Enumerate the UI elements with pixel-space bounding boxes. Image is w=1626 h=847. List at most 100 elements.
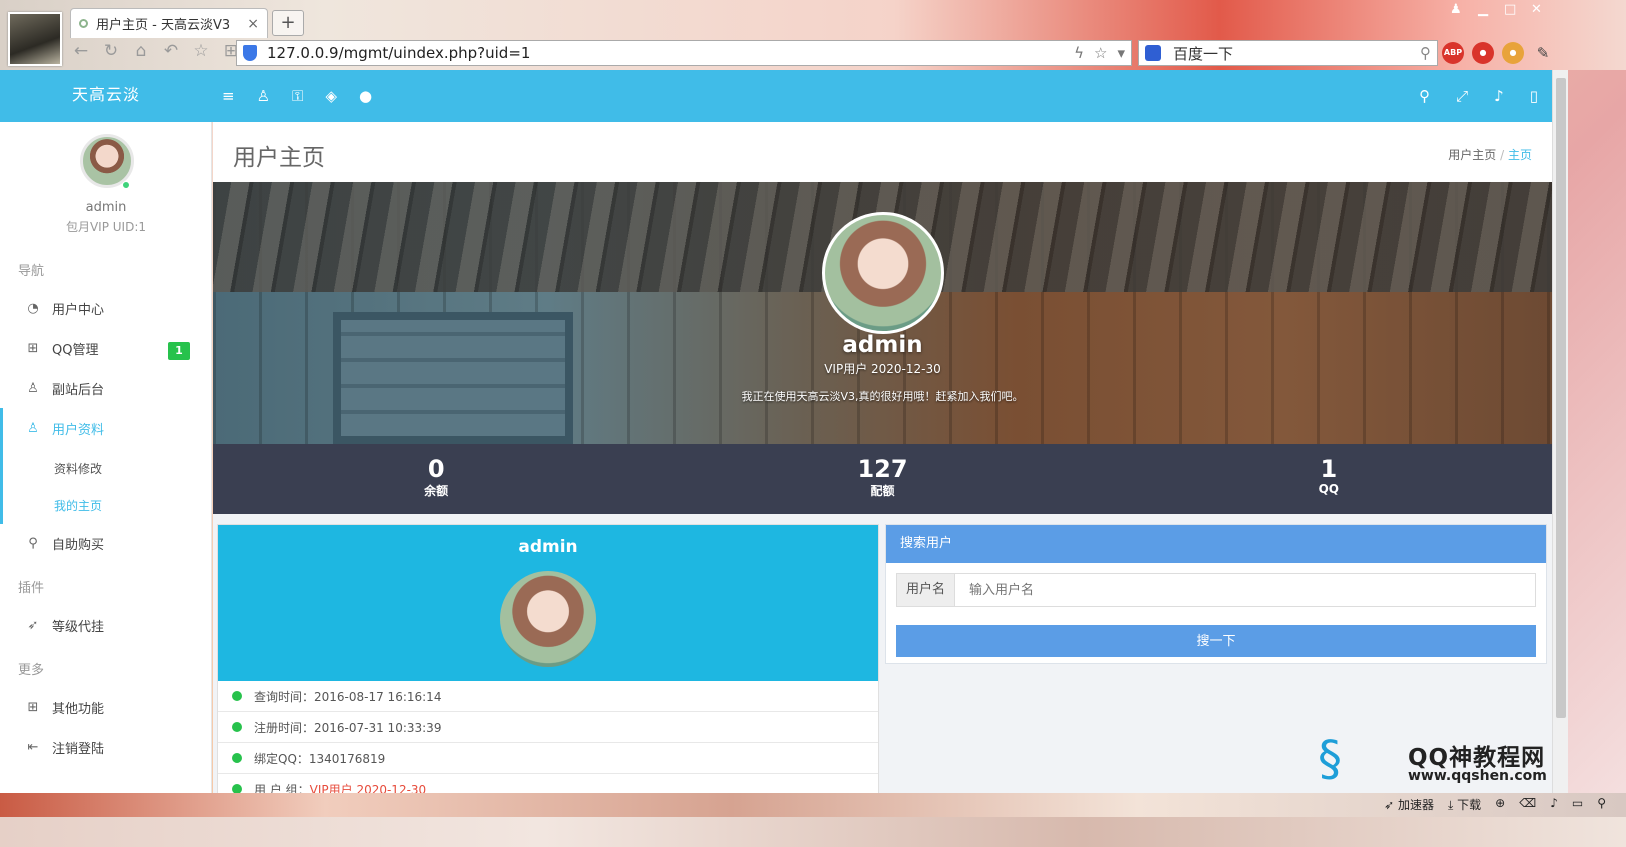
sidebar-item-logout[interactable]: ⇤ 注销登陆: [0, 729, 212, 765]
stat-value: 1: [1320, 455, 1338, 483]
home-icon[interactable]: ⌂: [130, 40, 152, 62]
header-left-tools: ≡ ♙ ⚿ ◈ ●: [222, 70, 372, 122]
refresh-icon[interactable]: ↻: [100, 40, 122, 62]
sidebar-item-label: QQ管理: [52, 342, 99, 358]
menu-toggle-icon[interactable]: ≡: [222, 87, 235, 105]
sidebar-subitem-edit-profile[interactable]: 资料修改: [54, 460, 102, 477]
green-dot-icon: [232, 691, 242, 701]
trash-icon[interactable]: ⌫: [1519, 796, 1536, 813]
sidebar-item-substation[interactable]: ♙ 副站后台: [0, 370, 212, 406]
breadcrumb-current: 主页: [1507, 148, 1532, 162]
side-panel-icon[interactable]: ▯: [1530, 87, 1538, 105]
info-row-query-time: 查询时间：2016-08-17 16:16:14: [218, 681, 878, 712]
scrollbar-thumb[interactable]: [1556, 78, 1566, 718]
watermark-title: QQ神教程网: [1408, 745, 1546, 771]
sidebar-item-level-agent[interactable]: ➶ 等级代挂: [0, 607, 212, 643]
volume-icon[interactable]: ♪: [1550, 796, 1558, 813]
section-more: 更多: [18, 663, 45, 678]
dashboard-icon: ◔: [27, 300, 39, 316]
sidebar-item-self-buy[interactable]: ⚲ 自助购买: [0, 525, 212, 561]
flash-icon[interactable]: ϟ: [1074, 44, 1084, 62]
header-search-icon[interactable]: ⚲: [1419, 87, 1430, 105]
info-text: 绑定QQ：1340176819: [254, 751, 386, 766]
cookie-icon[interactable]: ●: [1502, 42, 1524, 64]
username-search-input[interactable]: [955, 574, 1535, 606]
user-icon[interactable]: ♙: [257, 87, 270, 105]
search-submit-button[interactable]: 搜一下: [896, 625, 1536, 657]
fullscreen-icon[interactable]: ⤢: [1456, 87, 1468, 105]
grid-icon: ⊞: [27, 340, 39, 356]
search-card-title: 搜索用户: [886, 525, 1546, 563]
maximize-icon[interactable]: □: [1504, 2, 1516, 17]
tab-close-icon[interactable]: ×: [247, 16, 259, 32]
sidebar-item-user-profile[interactable]: ♙ 用户资料: [0, 410, 212, 446]
username-addon-label: 用户名: [897, 574, 955, 606]
watermark-logo: § QQ神教程网 www.qqshen.com: [1318, 726, 1568, 792]
main-content: 用户主页 用户主页 / 主页 admin VIP用户 2020-12-30 我正…: [213, 122, 1552, 793]
accelerator-button[interactable]: ➶ 加速器: [1384, 796, 1434, 813]
address-url[interactable]: 127.0.0.9/mgmt/uindex.php?uid=1: [267, 44, 1064, 62]
page-scrollbar[interactable]: [1552, 70, 1568, 793]
stat-label: 配额: [870, 484, 895, 498]
new-tab-button[interactable]: +: [272, 10, 304, 36]
sidebar-user-subtitle: 包月VIP UID:1: [65, 220, 147, 234]
sidebar-subitem-my-home[interactable]: 我的主页: [54, 497, 102, 514]
lock-icon[interactable]: ⚿: [292, 87, 303, 105]
sidebar-item-label: 用户资料: [52, 422, 105, 438]
download-button[interactable]: ⤓ 下载: [1448, 796, 1481, 813]
favorites-icon[interactable]: ☆: [190, 40, 212, 62]
wrench-icon[interactable]: ✎: [1532, 42, 1554, 64]
sidebar-item-user-center[interactable]: ◔ 用户中心: [0, 290, 212, 326]
username-input-group: 用户名: [896, 573, 1536, 607]
add-icon[interactable]: ⊕: [1495, 796, 1505, 813]
rocket-small-icon: ➶: [1384, 798, 1395, 812]
logout-icon: ⇤: [27, 739, 39, 755]
page-header: 用户主页 用户主页 / 主页: [213, 122, 1552, 182]
back-icon[interactable]: ←: [70, 40, 92, 62]
browser-search-text[interactable]: 百度一下: [1173, 43, 1420, 64]
browser-tab[interactable]: 用户主页 - 天高云淡V3 ×: [70, 8, 268, 38]
sidebar-item-other[interactable]: ⊞ 其他功能: [0, 689, 212, 725]
security-shield-icon: [243, 45, 257, 61]
sidebar: admin 包月VIP UID:1 导航 ◔ 用户中心 ⊞ QQ管理 1 ♙ 副…: [0, 122, 212, 793]
layers-icon[interactable]: ◈: [325, 87, 337, 105]
skin-icon[interactable]: ♟: [1450, 2, 1462, 17]
green-dot-icon: [232, 753, 242, 763]
breadcrumb-parent[interactable]: 用户主页: [1448, 148, 1496, 162]
qq-penguin-icon[interactable]: ●: [359, 87, 372, 105]
screen-icon[interactable]: ▭: [1572, 796, 1583, 813]
mouse-gesture-icon[interactable]: ●: [1472, 42, 1494, 64]
sidebar-avatar[interactable]: [80, 134, 134, 188]
address-bar[interactable]: 127.0.0.9/mgmt/uindex.php?uid=1 ϟ ☆ ▾: [236, 40, 1132, 66]
breadcrumb-separator: /: [1500, 148, 1505, 162]
download-icon: ⤓: [1448, 798, 1454, 812]
bookmark-star-icon[interactable]: ☆: [1094, 44, 1107, 62]
browser-search-box[interactable]: 百度一下 ⚲: [1138, 40, 1438, 66]
tab-loading-icon: [79, 19, 88, 28]
address-dropdown-icon[interactable]: ▾: [1117, 44, 1125, 62]
adblock-icon[interactable]: ABP: [1442, 42, 1464, 64]
profile-card-name: admin: [518, 537, 578, 557]
apps-icon: ⊞: [27, 699, 39, 715]
bell-icon[interactable]: ♪: [1494, 87, 1504, 105]
browser-user-avatar[interactable]: [8, 12, 62, 66]
green-dot-icon: [232, 722, 242, 732]
search-magnifier-icon[interactable]: ⚲: [1420, 44, 1431, 62]
minimize-icon[interactable]: ▁: [1478, 2, 1488, 17]
brand-logo[interactable]: 天高云淡: [0, 70, 212, 122]
header-right-tools: ⚲ ⤢ ♪ ▯: [1419, 70, 1538, 122]
profile-hero-banner: admin VIP用户 2020-12-30 我正在使用天高云淡V3,真的很好用…: [213, 182, 1552, 444]
sidebar-item-label: 等级代挂: [52, 619, 105, 635]
window-close-icon[interactable]: ✕: [1531, 2, 1542, 17]
baidu-paw-icon: [1145, 45, 1161, 61]
app-header: 天高云淡 ≡ ♙ ⚿ ◈ ● ⚲ ⤢ ♪ ▯: [0, 70, 1552, 122]
hero-username: admin: [842, 332, 923, 358]
browser-titlebar: 用户主页 - 天高云淡V3 × + ♟ ▁ □ ✕ ← ↻ ⌂ ↶ ☆ ⊞ 12…: [0, 0, 1626, 70]
hero-avatar: [822, 212, 944, 334]
zoom-icon[interactable]: ⚲: [1597, 796, 1606, 813]
undo-icon[interactable]: ↶: [160, 40, 182, 62]
sidebar-item-label: 其他功能: [52, 701, 105, 717]
hero-vip-status: VIP用户 2020-12-30: [824, 362, 941, 376]
info-row-user-group: 用 户 组： VIP用户 2020-12-30: [218, 774, 878, 793]
search-user-card: 搜索用户 用户名 搜一下: [885, 524, 1547, 664]
